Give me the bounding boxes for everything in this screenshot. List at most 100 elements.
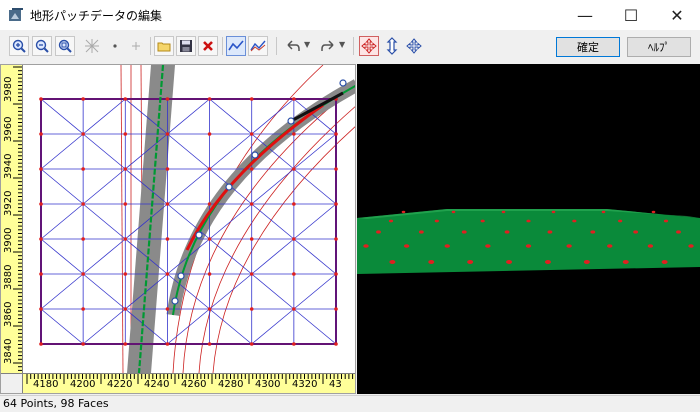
- mesh-point[interactable]: [39, 307, 43, 311]
- plan-canvas[interactable]: [23, 65, 356, 373]
- move-blue-button[interactable]: [404, 36, 424, 56]
- mesh-point[interactable]: [292, 342, 296, 346]
- line-view-button[interactable]: [226, 36, 246, 56]
- add-point-button[interactable]: [126, 36, 146, 56]
- mesh-point[interactable]: [81, 132, 85, 136]
- mesh-point[interactable]: [207, 307, 212, 311]
- mesh-point[interactable]: [39, 167, 43, 171]
- mesh-point[interactable]: [334, 272, 338, 276]
- mesh-point[interactable]: [292, 237, 296, 241]
- control-point[interactable]: [195, 231, 203, 239]
- help-button[interactable]: ﾍﾙﾌﾟ: [627, 37, 691, 57]
- 3d-canvas[interactable]: [350, 64, 700, 394]
- mesh-point[interactable]: [123, 132, 128, 136]
- mesh-point[interactable]: [207, 202, 212, 206]
- control-point[interactable]: [171, 297, 179, 305]
- mesh-point[interactable]: [207, 97, 212, 101]
- mesh-point[interactable]: [165, 97, 170, 101]
- mesh-point[interactable]: [39, 132, 43, 136]
- mesh-point[interactable]: [292, 272, 296, 276]
- mesh-point[interactable]: [207, 272, 212, 276]
- control-point[interactable]: [287, 117, 295, 125]
- redo-dropdown-icon[interactable]: ▼: [339, 40, 345, 49]
- 3d-view-pane[interactable]: [350, 64, 700, 394]
- mesh-point[interactable]: [39, 342, 43, 346]
- grid-points-button[interactable]: [82, 36, 102, 56]
- mesh-point[interactable]: [292, 202, 296, 206]
- undo-dropdown-icon[interactable]: ▼: [304, 40, 310, 49]
- zoom-fit-button[interactable]: [55, 36, 75, 56]
- mesh-point[interactable]: [334, 237, 338, 241]
- terrain-point: [601, 210, 606, 214]
- mesh-point[interactable]: [165, 307, 170, 311]
- mesh-point[interactable]: [123, 342, 128, 346]
- mesh-point[interactable]: [123, 237, 128, 241]
- mesh-point[interactable]: [123, 97, 128, 101]
- mesh-point[interactable]: [207, 132, 212, 136]
- mesh-point[interactable]: [207, 342, 212, 346]
- mesh-point[interactable]: [123, 307, 128, 311]
- mesh-point[interactable]: [81, 97, 85, 101]
- close-button[interactable]: ✕: [654, 0, 700, 30]
- mesh-point[interactable]: [81, 342, 85, 346]
- mesh-point[interactable]: [123, 202, 128, 206]
- minimize-button[interactable]: —: [562, 0, 608, 30]
- mesh-point[interactable]: [292, 132, 296, 136]
- plan-view-pane[interactable]: 3980 3960 3940 3920 3900 3880 3860 3840 …: [0, 64, 356, 394]
- mesh-point[interactable]: [165, 167, 170, 171]
- vertical-arrows-button[interactable]: [382, 36, 402, 56]
- maximize-button[interactable]: ☐: [608, 0, 654, 30]
- control-point[interactable]: [339, 79, 347, 87]
- mesh-point[interactable]: [39, 237, 43, 241]
- control-point[interactable]: [251, 151, 259, 159]
- line-view-alt-button[interactable]: [248, 36, 268, 56]
- mesh-point[interactable]: [165, 132, 170, 136]
- mesh-point[interactable]: [334, 342, 338, 346]
- confirm-button[interactable]: 確定: [556, 37, 620, 57]
- mesh-point[interactable]: [81, 307, 85, 311]
- mesh-point[interactable]: [123, 272, 128, 276]
- open-button[interactable]: [154, 36, 174, 56]
- mesh-point[interactable]: [39, 202, 43, 206]
- mesh-point[interactable]: [249, 237, 254, 241]
- mesh-point[interactable]: [39, 97, 43, 101]
- mesh-point[interactable]: [249, 132, 254, 136]
- mesh-point[interactable]: [165, 237, 170, 241]
- mesh-point[interactable]: [249, 272, 254, 276]
- zoom-in-button[interactable]: [9, 36, 29, 56]
- zoom-out-button[interactable]: [32, 36, 52, 56]
- mesh-point[interactable]: [334, 202, 338, 206]
- delete-button[interactable]: [198, 36, 218, 56]
- terrain-point: [583, 260, 590, 264]
- mesh-point[interactable]: [81, 272, 85, 276]
- mesh-point[interactable]: [39, 272, 43, 276]
- point-button[interactable]: [105, 36, 125, 56]
- mesh-point[interactable]: [207, 237, 212, 241]
- mesh-point[interactable]: [81, 237, 85, 241]
- save-button[interactable]: [176, 36, 196, 56]
- mesh-point[interactable]: [81, 167, 85, 171]
- mesh-point[interactable]: [334, 132, 338, 136]
- mesh-point[interactable]: [249, 97, 254, 101]
- undo-icon: [287, 40, 300, 51]
- mesh-point[interactable]: [292, 167, 296, 171]
- mesh-point[interactable]: [207, 167, 212, 171]
- mesh-point[interactable]: [249, 342, 254, 346]
- control-point[interactable]: [225, 183, 233, 191]
- mesh-point[interactable]: [249, 202, 254, 206]
- redo-button[interactable]: [318, 36, 338, 56]
- mesh-point[interactable]: [292, 97, 296, 101]
- mesh-point[interactable]: [165, 272, 170, 276]
- mesh-point[interactable]: [292, 307, 296, 311]
- mesh-point[interactable]: [334, 307, 338, 311]
- move-red-button[interactable]: [359, 36, 379, 56]
- control-point[interactable]: [177, 272, 185, 280]
- mesh-point[interactable]: [249, 167, 254, 171]
- mesh-point[interactable]: [165, 202, 170, 206]
- mesh-point[interactable]: [334, 167, 338, 171]
- mesh-point[interactable]: [123, 167, 128, 171]
- mesh-point[interactable]: [249, 307, 254, 311]
- mesh-point[interactable]: [165, 342, 170, 346]
- mesh-point[interactable]: [81, 202, 85, 206]
- undo-button[interactable]: [283, 36, 303, 56]
